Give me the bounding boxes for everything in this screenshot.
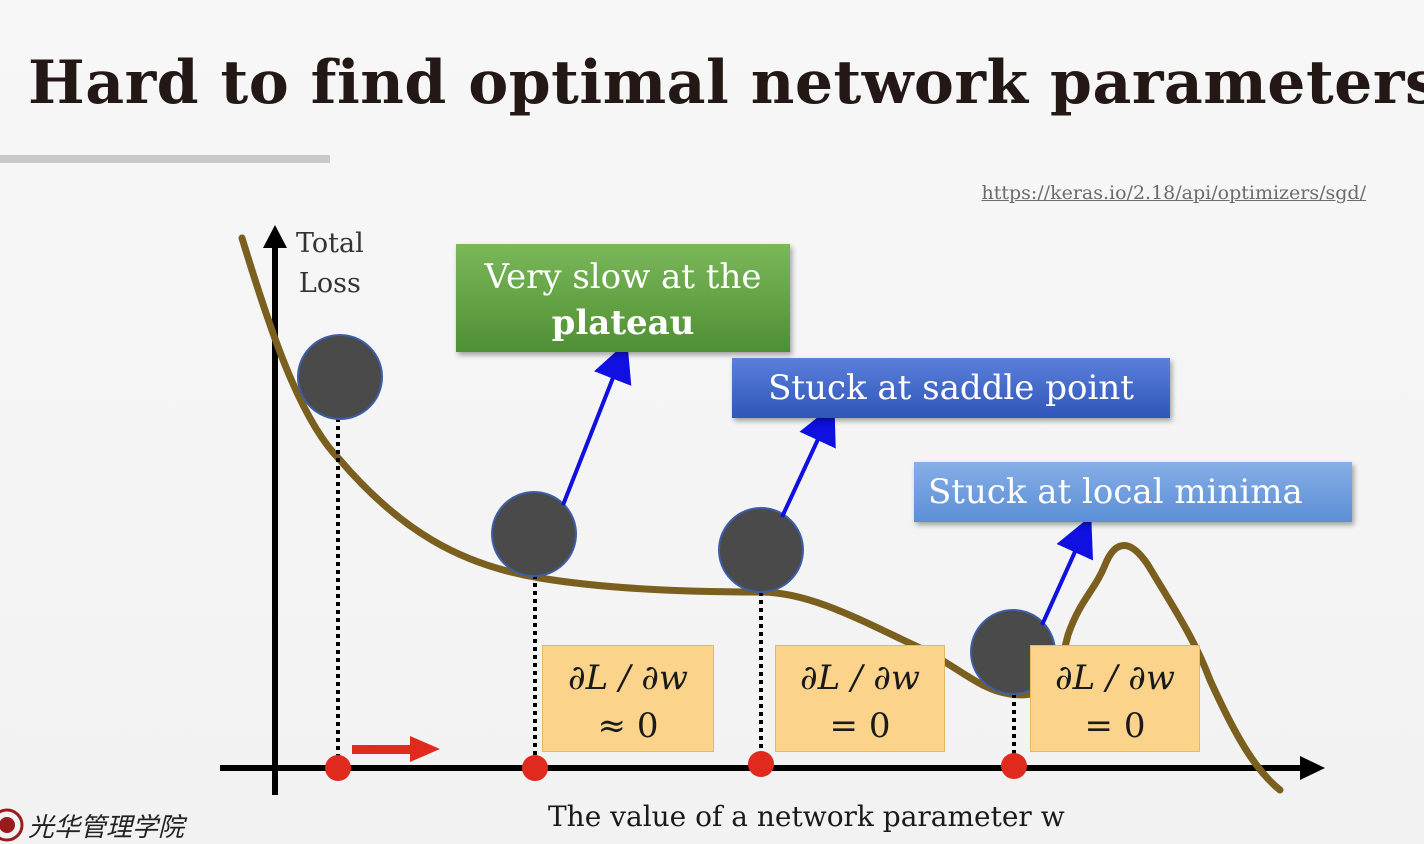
gradient-box-saddle: ∂L / ∂w = 0 <box>775 645 945 752</box>
axis-point-4 <box>1001 753 1027 779</box>
gradient-value: ≈ 0 <box>597 706 659 746</box>
axis-point-2 <box>522 755 548 781</box>
ball-start <box>297 334 383 420</box>
gradient-box-local: ∂L / ∂w = 0 <box>1030 645 1200 752</box>
school-seal-icon <box>0 808 24 842</box>
local-minima-callout: Stuck at local minima <box>914 462 1352 522</box>
axis-point-1 <box>325 755 351 781</box>
gradient-box-plateau: ∂L / ∂w ≈ 0 <box>542 645 714 752</box>
gradient-expr: ∂L / ∂w <box>1055 658 1175 698</box>
arrow-to-saddle-label <box>780 403 836 518</box>
saddle-callout: Stuck at saddle point <box>732 358 1170 418</box>
gradient-value: = 0 <box>829 706 891 746</box>
plateau-callout-line2: plateau <box>551 303 695 343</box>
plateau-callout-line1: Very slow at the <box>484 257 762 297</box>
ball-saddle <box>718 507 804 593</box>
x-axis-label: The value of a network parameter w <box>548 800 1065 833</box>
school-name: 光华管理学院 <box>28 812 185 843</box>
plateau-callout: Very slow at the plateau <box>456 244 790 352</box>
y-axis-arrowhead <box>263 225 287 248</box>
school-logo: 光华管理学院 <box>0 806 184 844</box>
gradient-expr: ∂L / ∂w <box>800 658 920 698</box>
x-axis-arrowhead <box>1300 756 1325 780</box>
gradient-expr: ∂L / ∂w <box>568 658 688 698</box>
gradient-value: = 0 <box>1084 706 1146 746</box>
axis-point-3 <box>748 751 774 777</box>
y-axis-label-line1: Total <box>296 228 364 259</box>
arrow-to-plateau-label <box>561 341 632 506</box>
direction-arrow <box>352 736 440 762</box>
y-axis-label-line2: Loss <box>298 268 361 299</box>
y-axis-label: Total Loss <box>296 224 364 304</box>
